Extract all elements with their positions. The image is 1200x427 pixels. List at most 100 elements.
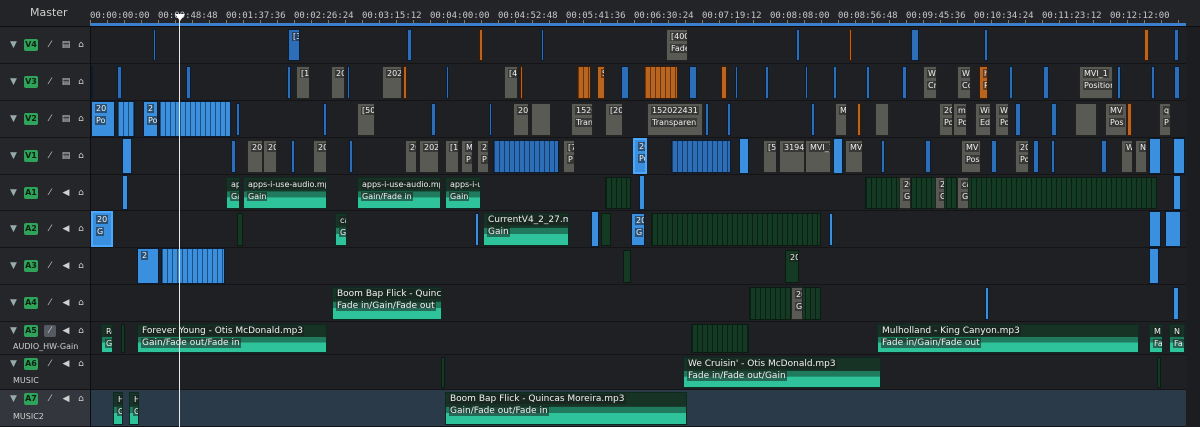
track-lane-v3[interactable]: [1 20 202 [4( S Wh Cro W Co hP MVI_1 Positi… [91,64,1200,101]
audio-clip[interactable]: apps-i-use-audio.mp3 Gain/Fade in [357,177,441,209]
video-clip[interactable] [1117,66,1121,99]
audio-clip[interactable]: 20 Ga [899,177,911,209]
film-icon[interactable]: ▤ [60,150,72,162]
image-clip[interactable]: MV Posi [961,140,981,173]
chevron-down-icon[interactable]: ▼ [10,188,20,198]
audio-clip[interactable] [161,248,225,284]
video-clip[interactable] [991,140,997,173]
video-clip[interactable]: 4 [796,29,800,61]
track-lane-v2[interactable]: 20 Po 2 Po [50 2024 1520 Tran [200 15202243… [91,101,1200,138]
audio-clip[interactable] [1165,211,1181,247]
image-clip[interactable]: 202 [419,140,439,173]
audio-clip[interactable] [651,213,821,246]
audio-clip[interactable] [121,324,125,353]
speaker-icon[interactable]: ◀ [60,358,72,370]
magic-wand-icon[interactable]: ⁄ [44,297,56,309]
chevron-down-icon[interactable]: ▼ [10,77,20,87]
track-header-a6[interactable]: ▼ A6 ⁄ ◀ ⌂ MUSIC [0,355,90,390]
video-clip[interactable] [287,66,291,99]
image-clip[interactable]: M [835,103,847,136]
video-clip[interactable] [765,66,769,99]
video-clip[interactable] [91,66,93,99]
audio-clip[interactable]: N Fa [1169,324,1185,353]
video-clip[interactable] [705,103,709,136]
audio-clip[interactable]: apps-i-use-audio.mp3 Gain [243,177,327,209]
track-header-a5[interactable]: ▼ A5 ⁄ ◀ ⌂ AUDIO_HW-Gain [0,322,90,355]
track-lane-a4[interactable]: Boom Bap Flick - Quincas Mo Fade in/Gain/… [91,285,1200,322]
track-lane-a3[interactable]: 2 20 [91,248,1200,285]
audio-clip[interactable] [623,250,631,283]
image-clip[interactable]: MVI_1 Position [1079,66,1113,99]
audio-clip[interactable]: 20 Ga [791,287,803,320]
speaker-icon[interactable]: ◀ [60,297,72,309]
chevron-down-icon[interactable]: ▼ [10,298,20,308]
image-clip[interactable]: 2024 [513,103,529,136]
video-clip[interactable] [739,138,749,174]
image-clip[interactable]: N [1135,140,1147,173]
image-clip[interactable]: 20 [247,140,263,173]
lock-icon[interactable]: ⌂ [75,39,87,51]
video-clip[interactable] [833,138,843,174]
lock-icon[interactable]: ⌂ [75,325,87,337]
audio-clip[interactable]: 20 G [631,213,645,246]
audio-clip[interactable]: 20 [785,250,799,283]
speaker-icon[interactable]: ◀ [60,260,72,272]
video-clip[interactable] [117,101,135,137]
image-clip[interactable]: [400 Fade [666,29,688,61]
audio-clip[interactable] [829,213,833,246]
video-clip[interactable] [1033,140,1039,173]
audio-clip[interactable] [1173,175,1181,210]
image-clip[interactable]: 20 [263,140,277,173]
video-clip[interactable] [493,140,559,173]
video-clip[interactable] [577,66,591,99]
image-clip[interactable]: qP [1159,103,1171,136]
audio-clip[interactable]: We Cruisin' - Otis McDonald.mp3 Fade in/F… [683,357,881,388]
video-clip[interactable] [1051,103,1057,136]
lock-icon[interactable]: ⌂ [75,393,87,405]
track-name[interactable]: MUSIC2 [13,412,44,421]
video-clip[interactable] [1101,140,1107,173]
video-clip[interactable]: 20 Po [633,138,647,174]
audio-clip[interactable]: H Ga [129,392,139,425]
video-clip[interactable] [1127,103,1132,136]
video-clip[interactable] [236,103,240,136]
image-clip[interactable]: [4( [504,66,518,99]
speaker-icon[interactable]: ◀ [60,393,72,405]
image-clip[interactable]: 20 [331,66,345,99]
audio-clip[interactable] [1173,287,1179,320]
video-clip[interactable] [902,66,907,99]
image-clip[interactable]: W [1121,140,1133,173]
video-clip[interactable] [1043,66,1049,99]
track-lane-v4[interactable]: [3 [400 Fade 4 [91,27,1200,64]
image-clip[interactable]: 202 Po [1015,140,1029,173]
track-name[interactable]: MUSIC [13,376,39,385]
track-header-v2[interactable]: ▼ V2 ⁄ ▤ ⌂ [0,101,90,138]
video-clip[interactable] [689,66,697,99]
video-clip[interactable]: [3 [288,29,300,61]
image-clip[interactable]: 202 [382,66,402,99]
image-clip[interactable]: [7 P [563,140,575,173]
image-clip[interactable]: ma Po [953,103,967,136]
audio-clip[interactable] [749,287,821,320]
video-clip[interactable] [153,29,156,61]
audio-clip[interactable] [591,211,599,247]
video-clip[interactable] [925,140,931,173]
video-clip[interactable] [349,140,353,173]
speaker-icon[interactable]: ◀ [60,325,72,337]
magic-wand-icon[interactable]: ⁄ [44,113,56,125]
video-clip[interactable] [1173,138,1185,174]
video-clip[interactable] [479,29,483,61]
video-clip[interactable] [1015,103,1021,136]
audio-clip[interactable]: 2 [137,248,159,284]
playhead-handle-icon[interactable] [175,14,185,21]
audio-clip[interactable]: Boom Bap Flick - Quincas Mo Fade in/Gain/… [332,287,442,320]
track-header-a2[interactable]: ▼ A2 ⁄ ◀ ⌂ [0,211,90,248]
video-clip[interactable] [621,66,629,99]
image-clip[interactable]: [50 [357,103,375,136]
track-header-v1[interactable]: ▼ V1 ⁄ ▤ ⌂ [0,138,90,175]
track-lane-a7[interactable]: H Ga H Ga Boom Bap Flick - Quincas Moreira… [91,390,1200,427]
magic-wand-icon[interactable]: ⁄ [44,260,56,272]
vertical-scrollbar[interactable] [1186,27,1200,427]
audio-clip[interactable] [639,175,645,210]
image-clip[interactable]: 202 [405,140,417,173]
